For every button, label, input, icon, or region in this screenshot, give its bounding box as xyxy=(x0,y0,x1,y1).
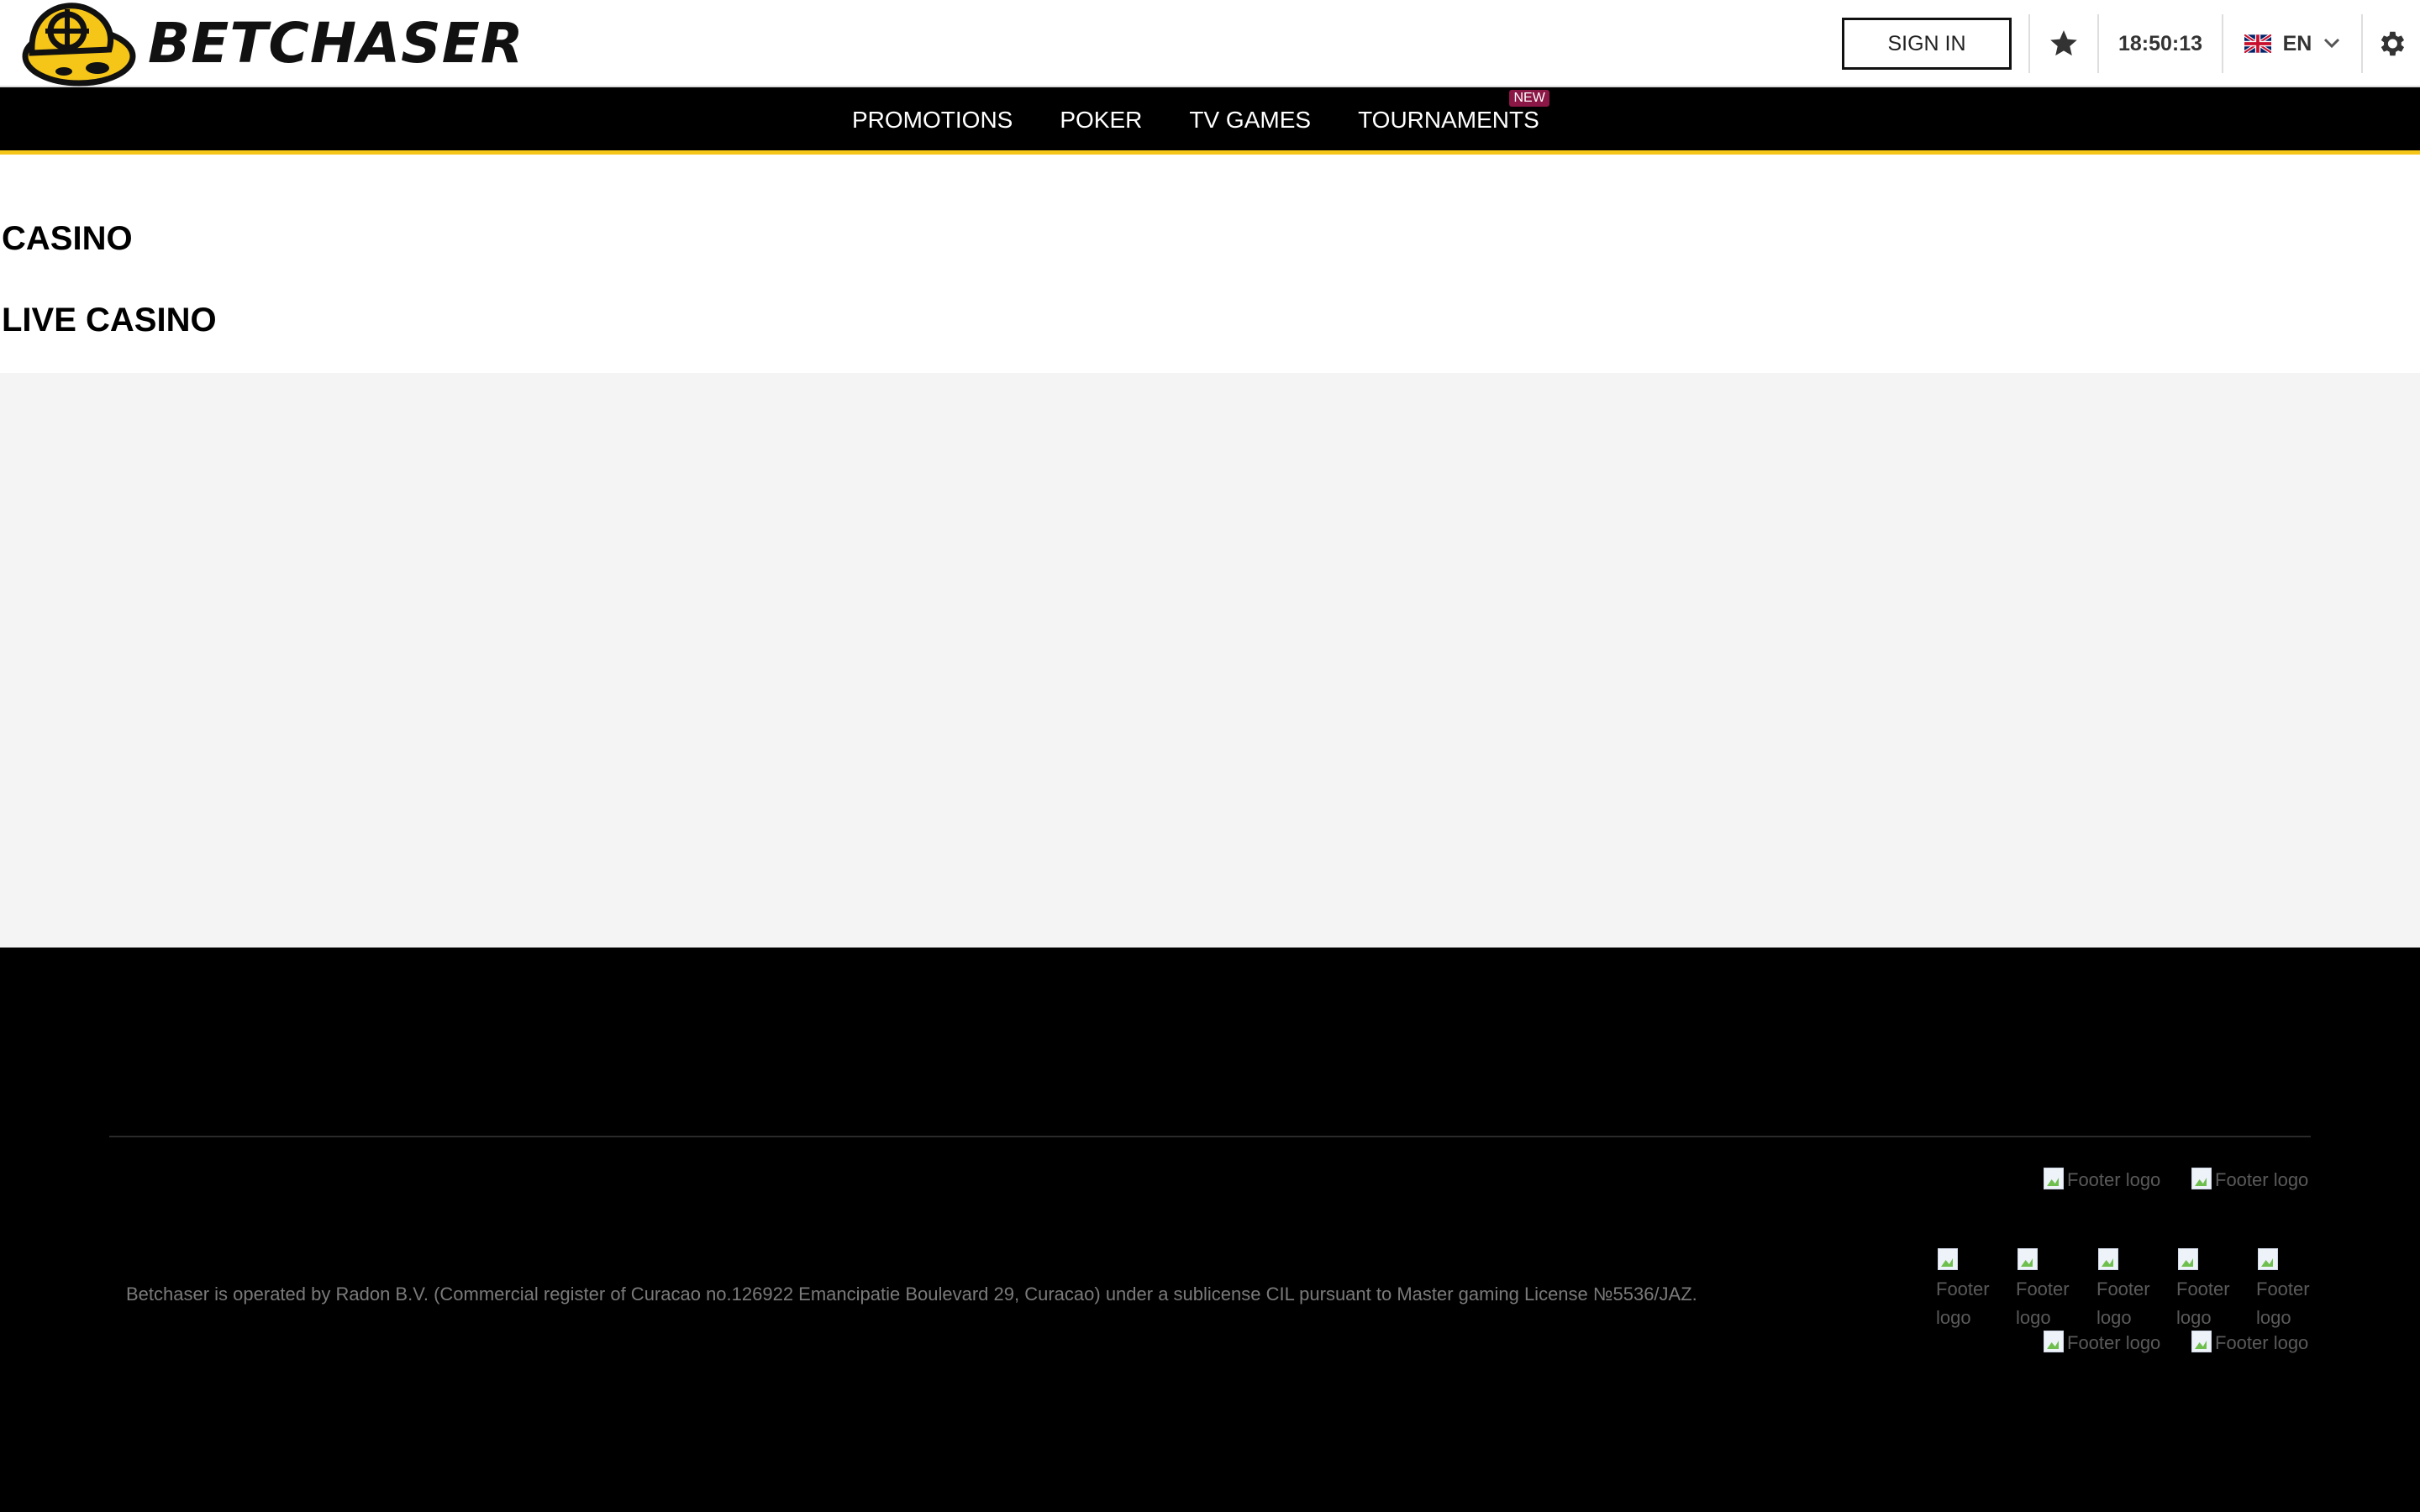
main-navigation: PROMOTIONS POKER TV GAMES TOURNAMENTS NE… xyxy=(0,87,2420,155)
site-logo[interactable]: BETCHASER xyxy=(15,0,524,87)
broken-image-icon xyxy=(2190,1166,2213,1191)
nav-item-promotions[interactable]: PROMOTIONS xyxy=(852,107,1013,134)
footer-logo[interactable]: Footer logo xyxy=(2096,1247,2159,1332)
footer-logo[interactable]: Footer logo xyxy=(2190,1166,2308,1194)
nav-item-poker[interactable]: POKER xyxy=(1060,107,1142,134)
broken-image-icon xyxy=(2256,1247,2280,1272)
site-header: BETCHASER SIGN IN 18:50:13 EN xyxy=(0,0,2420,87)
legal-text: Betchaser is operated by Radon B.V. (Com… xyxy=(126,1284,1697,1305)
betchaser-logo-icon xyxy=(22,3,136,87)
broken-image-icon xyxy=(2042,1329,2065,1354)
footer-logo[interactable]: Footer logo xyxy=(2256,1247,2318,1332)
language-code: EN xyxy=(2282,31,2312,55)
star-icon xyxy=(2050,30,2077,56)
footer-logo[interactable]: Footer logo xyxy=(2016,1247,2078,1332)
broken-image-icon xyxy=(2042,1166,2065,1191)
clock: 18:50:13 xyxy=(2118,31,2203,55)
sign-in-button[interactable]: SIGN IN xyxy=(1842,18,2012,70)
favorites-button[interactable] xyxy=(2030,0,2097,87)
new-badge: NEW xyxy=(1509,90,1549,107)
section-casino[interactable]: CASINO xyxy=(2,220,133,258)
section-live-casino[interactable]: LIVE CASINO xyxy=(2,302,217,339)
header-actions: SIGN IN 18:50:13 EN xyxy=(1842,0,2420,87)
footer-divider xyxy=(109,1136,2311,1137)
broken-image-icon xyxy=(2096,1247,2120,1272)
broken-image-icon xyxy=(2176,1247,2200,1272)
broken-image-icon xyxy=(2016,1247,2039,1272)
footer-logo[interactable]: Footer logo xyxy=(2042,1166,2160,1194)
footer-logo[interactable]: Footer logo xyxy=(2042,1329,2160,1357)
nav-item-tournaments[interactable]: TOURNAMENTS NEW xyxy=(1358,90,1549,134)
language-selector[interactable]: EN xyxy=(2223,0,2361,87)
broken-image-icon xyxy=(2190,1329,2213,1354)
content-area xyxy=(0,373,2420,948)
settings-button[interactable] xyxy=(2363,0,2420,87)
footer-logo[interactable]: Footer logo xyxy=(2190,1329,2308,1357)
uk-flag-icon xyxy=(2244,34,2271,53)
nav-item-tournaments-label: TOURNAMENTS xyxy=(1358,107,1539,133)
nav-item-tv-games[interactable]: TV GAMES xyxy=(1189,107,1311,134)
site-footer: Footer logo Footer logo Betchaser is ope… xyxy=(0,948,2420,1512)
broken-image-icon xyxy=(1936,1247,1960,1272)
chevron-down-icon xyxy=(2324,38,2340,49)
section-links: CASINO LIVE CASINO xyxy=(0,155,2420,373)
gear-icon xyxy=(2381,31,2405,56)
footer-logo[interactable]: Footer logo xyxy=(1936,1247,1998,1332)
footer-logo[interactable]: Footer logo xyxy=(2176,1247,2238,1332)
brand-name: BETCHASER xyxy=(148,11,524,76)
